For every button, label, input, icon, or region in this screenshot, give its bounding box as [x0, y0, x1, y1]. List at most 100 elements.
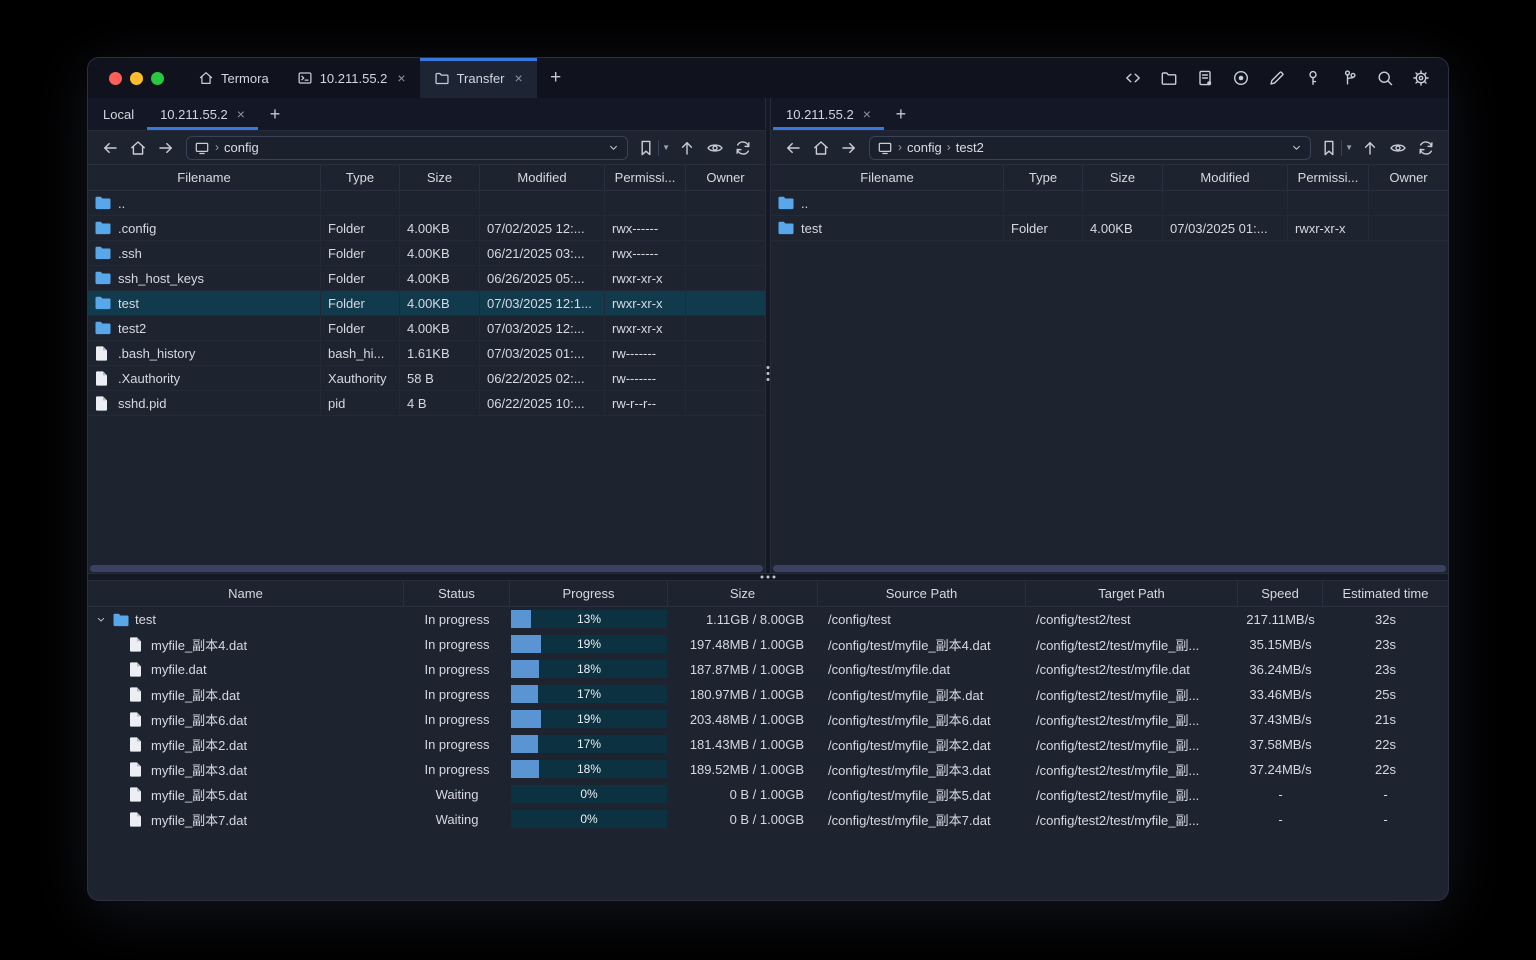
transfer-row[interactable]: test In progress 13% 1.11GB / 8.00GB /co… [88, 607, 1448, 632]
close-icon[interactable]: × [397, 71, 405, 85]
transfer-row[interactable]: myfile_副本4.dat In progress 19% 197.48MB … [88, 632, 1448, 657]
log-button[interactable] [1191, 65, 1218, 92]
horizontal-scrollbar[interactable] [771, 563, 1448, 573]
column-header[interactable]: Status [404, 581, 510, 606]
column-header[interactable]: Progress [510, 581, 668, 606]
home-button[interactable] [808, 135, 834, 160]
bookmark-button[interactable]: ▼ [635, 135, 672, 160]
branch-button[interactable] [1335, 65, 1362, 92]
horizontal-splitter[interactable] [88, 573, 1448, 581]
file-row[interactable]: .config Folder 4.00KB 07/02/2025 12:... … [88, 216, 765, 241]
zoom-window-button[interactable] [151, 71, 164, 85]
column-header[interactable]: Permissi... [605, 165, 686, 190]
show-hidden-button[interactable] [1385, 135, 1411, 160]
column-header[interactable]: Modified [480, 165, 605, 190]
expand-chevron-icon[interactable] [95, 614, 107, 626]
settings-button[interactable] [1407, 65, 1434, 92]
column-header[interactable]: Name [88, 581, 404, 606]
file-row[interactable]: .. [88, 191, 765, 216]
column-header[interactable]: Filename [771, 165, 1004, 190]
home-button[interactable] [125, 135, 151, 160]
path-breadcrumb-field[interactable]: › config [186, 135, 629, 160]
search-button[interactable] [1371, 65, 1398, 92]
new-panel-tab-button[interactable]: + [258, 98, 292, 130]
column-header[interactable]: Target Path [1026, 581, 1238, 606]
breadcrumb-segment[interactable]: test2 [956, 140, 984, 155]
column-header[interactable]: Type [1004, 165, 1083, 190]
transfer-row[interactable]: myfile.dat In progress 18% 187.87MB / 1.… [88, 657, 1448, 682]
record-button[interactable] [1227, 65, 1254, 92]
horizontal-scrollbar[interactable] [88, 563, 765, 573]
column-header[interactable]: Size [668, 581, 818, 606]
transfer-row[interactable]: myfile_副本2.dat In progress 17% 181.43MB … [88, 732, 1448, 757]
file-icon [129, 787, 145, 803]
transfer-row[interactable]: myfile_副本6.dat In progress 19% 203.48MB … [88, 707, 1448, 732]
minimize-window-button[interactable] [130, 71, 143, 85]
back-button[interactable] [780, 135, 806, 160]
close-window-button[interactable] [109, 71, 122, 85]
back-button[interactable] [97, 135, 123, 160]
bookmark-button[interactable]: ▼ [1318, 135, 1355, 160]
column-header[interactable]: Size [400, 165, 480, 190]
progress-bar: 17% [510, 732, 668, 757]
folder-icon [95, 220, 111, 236]
panel-tab-local[interactable]: Local [90, 98, 147, 130]
edit-button[interactable] [1263, 65, 1290, 92]
parent-directory-button[interactable] [1357, 135, 1383, 160]
code-button[interactable] [1119, 65, 1146, 92]
refresh-button[interactable] [730, 135, 756, 160]
close-icon[interactable]: × [515, 71, 523, 85]
show-hidden-button[interactable] [702, 135, 728, 160]
breadcrumb-separator: › [946, 139, 951, 154]
file-row[interactable]: test Folder 4.00KB 07/03/2025 01:... rwx… [771, 216, 1448, 241]
column-header[interactable]: Speed [1238, 581, 1323, 606]
folder-outline-button[interactable] [1155, 65, 1182, 92]
column-header[interactable]: Source Path [818, 581, 1026, 606]
forward-button[interactable] [153, 135, 179, 160]
close-icon[interactable]: × [863, 107, 871, 121]
panel-tab-10-211-55-2[interactable]: 10.211.55.2 × [773, 98, 884, 130]
breadcrumb-segment[interactable]: config [224, 140, 259, 155]
column-header[interactable]: Owner [686, 165, 765, 190]
file-row[interactable]: test Folder 4.00KB 07/03/2025 12:1... rw… [88, 291, 765, 316]
refresh-button[interactable] [1413, 135, 1439, 160]
transfer-row[interactable]: myfile_副本5.dat Waiting 0% 0 B / 1.00GB /… [88, 782, 1448, 807]
folder-icon [95, 270, 111, 286]
column-header[interactable]: Type [321, 165, 400, 190]
scrollbar-thumb[interactable] [90, 564, 763, 572]
window-tab-termora[interactable]: Termora [184, 58, 283, 98]
transfer-row[interactable]: myfile_副本3.dat In progress 18% 189.52MB … [88, 757, 1448, 782]
file-row[interactable]: .. [771, 191, 1448, 216]
panel-tab-10-211-55-2[interactable]: 10.211.55.2 × [147, 98, 258, 130]
splitter-grip-icon [766, 366, 770, 381]
title-bar-spacer [575, 58, 1119, 98]
window-tab-transfer[interactable]: Transfer × [419, 58, 537, 98]
breadcrumb-segment[interactable]: config [907, 140, 942, 155]
transfer-row[interactable]: myfile_副本7.dat Waiting 0% 0 B / 1.00GB /… [88, 807, 1448, 832]
right-file-panel: 10.211.55.2 × + › config › test2 ▼ Filename… [771, 98, 1448, 573]
column-header[interactable]: Modified [1163, 165, 1288, 190]
vertical-splitter[interactable] [765, 98, 771, 573]
column-header[interactable]: Size [1083, 165, 1163, 190]
path-breadcrumb-field[interactable]: › config › test2 [869, 135, 1312, 160]
file-row[interactable]: test2 Folder 4.00KB 07/03/2025 12:... rw… [88, 316, 765, 341]
column-header[interactable]: Estimated time [1323, 581, 1448, 606]
forward-button[interactable] [836, 135, 862, 160]
new-tab-button[interactable]: + [537, 58, 575, 98]
chevron-down-icon[interactable] [1290, 141, 1303, 154]
parent-directory-button[interactable] [674, 135, 700, 160]
file-row[interactable]: ssh_host_keys Folder 4.00KB 06/26/2025 0… [88, 266, 765, 291]
transfer-row[interactable]: myfile_副本.dat In progress 17% 180.97MB /… [88, 682, 1448, 707]
scrollbar-thumb[interactable] [773, 564, 1446, 572]
column-header[interactable]: Filename [88, 165, 321, 190]
column-header[interactable]: Permissi... [1288, 165, 1369, 190]
column-header[interactable]: Owner [1369, 165, 1448, 190]
key-button[interactable] [1299, 65, 1326, 92]
chevron-down-icon[interactable] [607, 141, 620, 154]
bookmark-icon [1320, 139, 1338, 157]
file-row[interactable]: .ssh Folder 4.00KB 06/21/2025 03:... rwx… [88, 241, 765, 266]
window-tab-10-211-55-2[interactable]: 10.211.55.2 × [283, 58, 420, 98]
close-icon[interactable]: × [237, 107, 245, 121]
file-row[interactable]: .bash_history bash_hi... 1.61KB 07/03/20… [88, 341, 765, 366]
new-panel-tab-button[interactable]: + [884, 98, 918, 130]
